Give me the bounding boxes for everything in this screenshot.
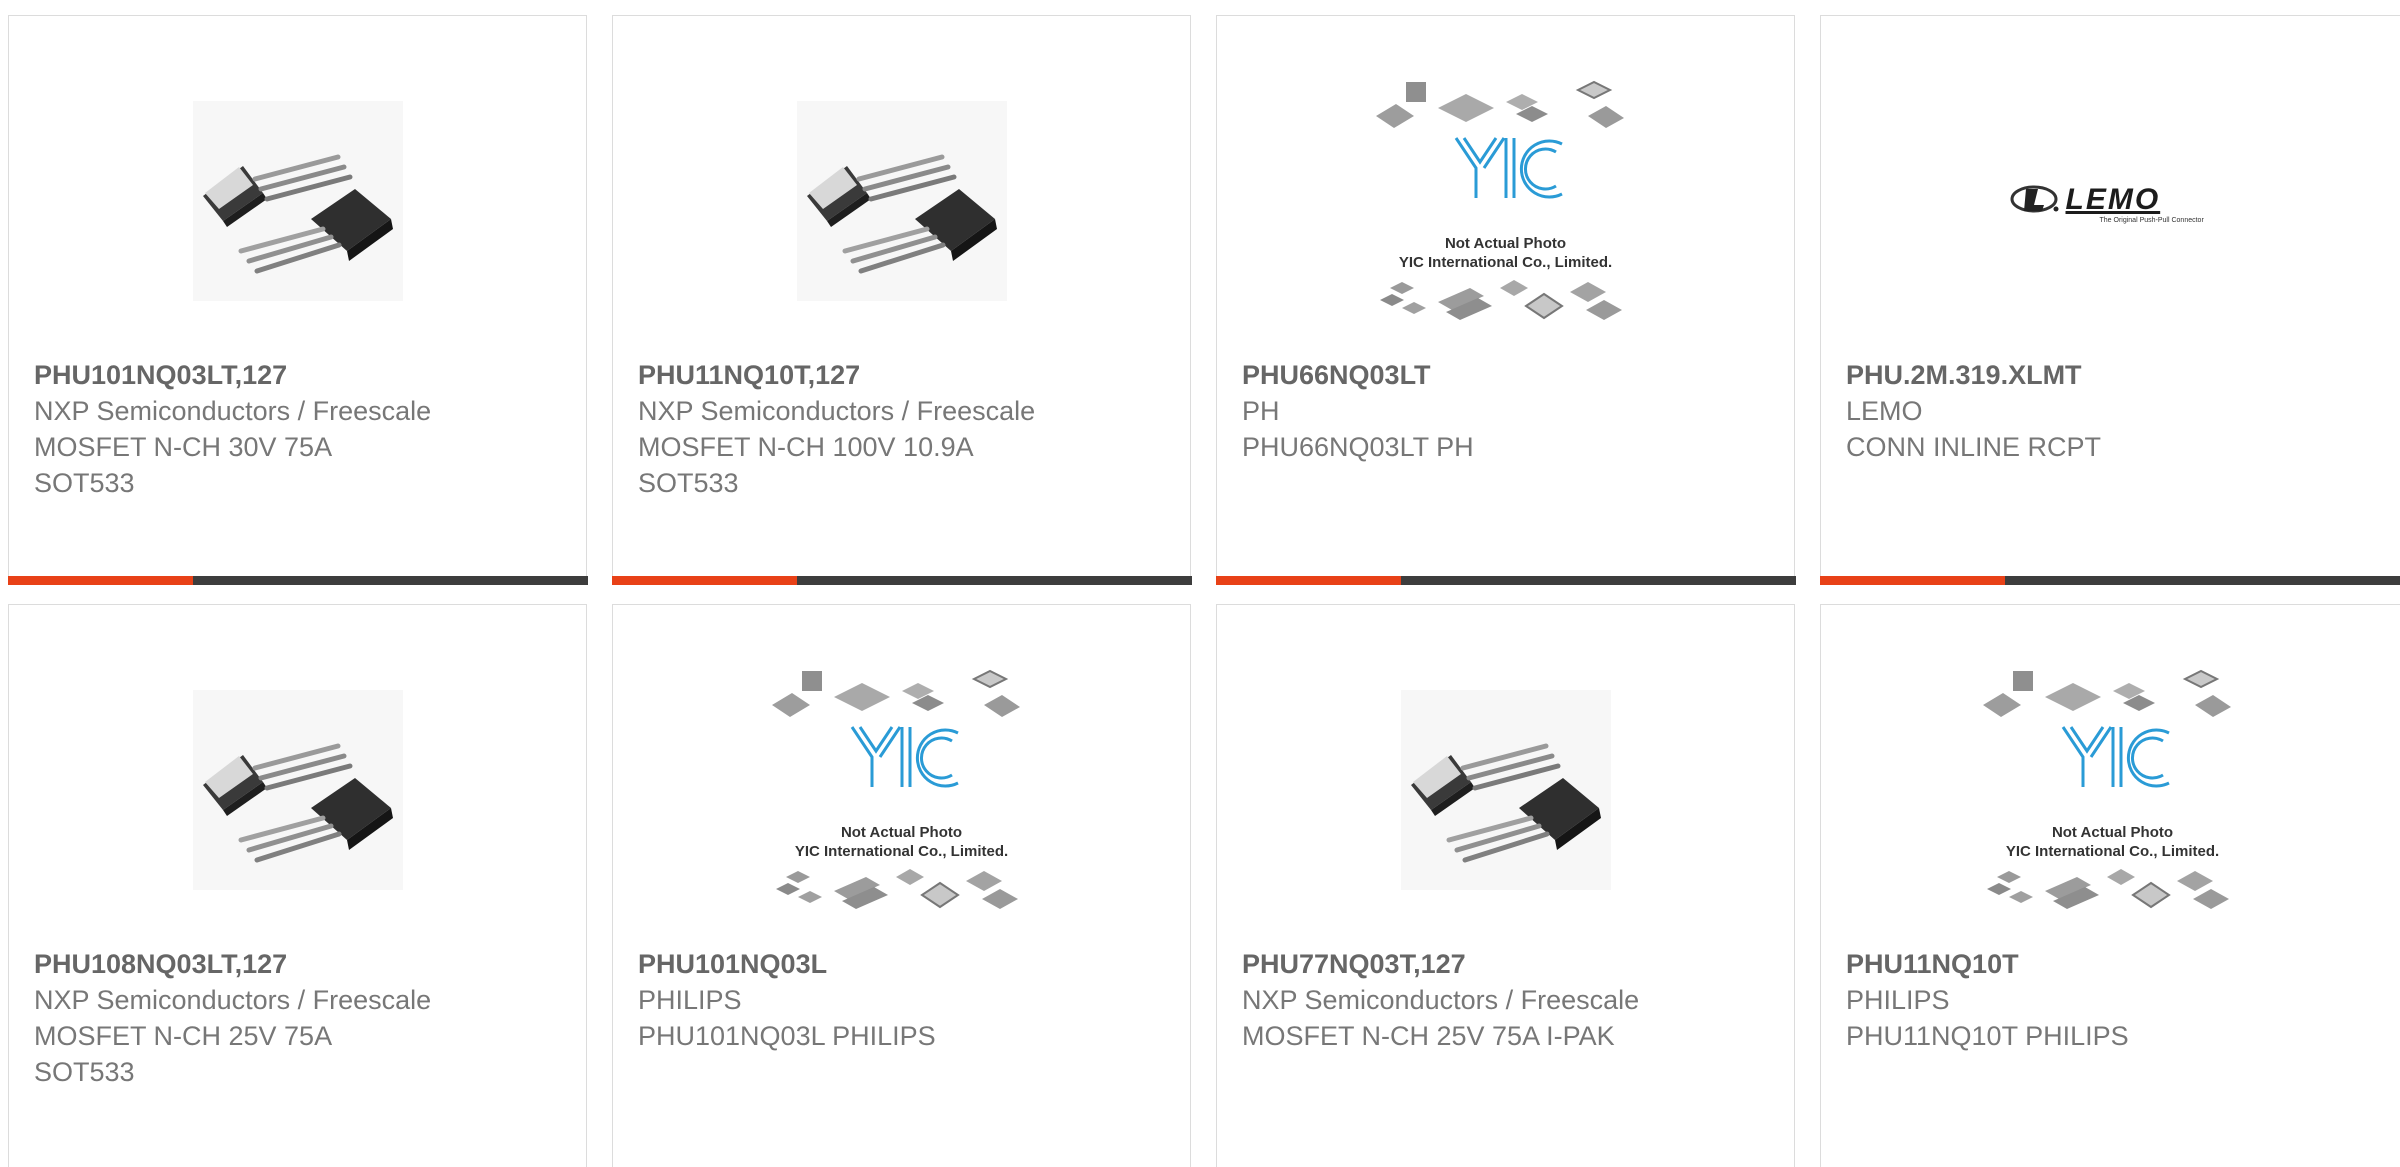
yic-placeholder-image: Not Actual Photo YIC International Co., …: [1973, 665, 2253, 915]
product-image[interactable]: Not Actual Photo YIC International Co., …: [1217, 76, 1794, 326]
product-image[interactable]: [613, 76, 1190, 326]
product-card[interactable]: Not Actual Photo YIC International Co., …: [1820, 604, 2400, 1167]
placeholder-caption-line1: Not Actual Photo: [1444, 235, 1567, 252]
description: MOSFET N-CH 25V 75A: [34, 1021, 333, 1051]
manufacturer: NXP Semiconductors / Freescale: [34, 985, 432, 1015]
product-image[interactable]: [9, 76, 586, 326]
description: MOSFET N-CH 30V 75A: [34, 432, 333, 462]
description: PHU101NQ03L PHILIPS: [638, 1021, 936, 1051]
part-number[interactable]: PHU11NQ10T,127: [638, 357, 1170, 393]
manufacturer: PH: [1242, 396, 1280, 426]
placeholder-caption-line1: Not Actual Photo: [2051, 824, 2174, 841]
description: CONN INLINE RCPT: [1846, 432, 2102, 462]
product-card[interactable]: PHU101NQ03LT,127 NXP Semiconductors / Fr…: [7, 15, 588, 585]
manufacturer: LEMO: [1846, 396, 1923, 426]
card-accent-bar: [1215, 575, 1796, 585]
product-image[interactable]: [1217, 665, 1794, 915]
manufacturer: NXP Semiconductors / Freescale: [1242, 985, 1640, 1015]
transistor-photo-image: [192, 690, 403, 890]
part-number[interactable]: PHU.2M.319.XLMT: [1846, 357, 2384, 393]
card-accent-bar: [1819, 575, 2400, 585]
transistor-photo-image: [192, 101, 403, 301]
placeholder-caption-line2: YIC International Co., Limited.: [794, 843, 1009, 860]
product-card[interactable]: Not Actual Photo YIC International Co., …: [1215, 15, 1796, 585]
product-info: PHU77NQ03T,127 NXP Semiconductors / Free…: [1242, 946, 1774, 1054]
product-info: PHU11NQ10T,127 NXP Semiconductors / Free…: [638, 357, 1170, 501]
transistor-photo-image: [1400, 690, 1611, 890]
product-card[interactable]: PHU11NQ10T,127 NXP Semiconductors / Free…: [611, 15, 1192, 585]
yic-placeholder-image: Not Actual Photo YIC International Co., …: [762, 665, 1042, 915]
package: SOT533: [34, 1057, 135, 1087]
placeholder-caption-line2: YIC International Co., Limited.: [2005, 843, 2220, 860]
product-image[interactable]: Not Actual Photo YIC International Co., …: [1821, 665, 2400, 915]
manufacturer: NXP Semiconductors / Freescale: [34, 396, 432, 426]
manufacturer: PHILIPS: [1846, 985, 1950, 1015]
part-number[interactable]: PHU101NQ03LT,127: [34, 357, 566, 393]
product-info: PHU108NQ03LT,127 NXP Semiconductors / Fr…: [34, 946, 566, 1090]
manufacturer: PHILIPS: [638, 985, 742, 1015]
part-number[interactable]: PHU11NQ10T: [1846, 946, 2384, 982]
product-info: PHU.2M.319.XLMT LEMO CONN INLINE RCPT: [1846, 357, 2384, 465]
product-card[interactable]: Not Actual Photo YIC International Co., …: [612, 604, 1191, 1167]
card-accent-bar: [7, 575, 588, 585]
product-info: PHU101NQ03L PHILIPS PHU101NQ03L PHILIPS: [638, 946, 1170, 1054]
package: SOT533: [34, 468, 135, 498]
description: MOSFET N-CH 100V 10.9A: [638, 432, 974, 462]
card-accent-bar: [611, 575, 1192, 585]
yic-placeholder-image: Not Actual Photo YIC International Co., …: [1366, 76, 1646, 326]
description: PHU11NQ10T PHILIPS: [1846, 1021, 2129, 1051]
part-number[interactable]: PHU108NQ03LT,127: [34, 946, 566, 982]
part-number[interactable]: PHU77NQ03T,127: [1242, 946, 1774, 982]
package: SOT533: [638, 468, 739, 498]
product-image[interactable]: [9, 665, 586, 915]
placeholder-caption-line2: YIC International Co., Limited.: [1398, 254, 1613, 271]
product-info: PHU66NQ03LT PH PHU66NQ03LT PH: [1242, 357, 1774, 465]
product-image[interactable]: LEMO The Original Push-Pull Connector: [1821, 136, 2400, 266]
part-number[interactable]: PHU66NQ03LT: [1242, 357, 1774, 393]
product-card[interactable]: PHU108NQ03LT,127 NXP Semiconductors / Fr…: [8, 604, 587, 1167]
product-info: PHU11NQ10T PHILIPS PHU11NQ10T PHILIPS: [1846, 946, 2384, 1054]
description: MOSFET N-CH 25V 75A I-PAK: [1242, 1021, 1615, 1051]
product-info: PHU101NQ03LT,127 NXP Semiconductors / Fr…: [34, 357, 566, 501]
lemo-wordmark: LEMO: [2065, 183, 2161, 216]
manufacturer: NXP Semiconductors / Freescale: [638, 396, 1036, 426]
placeholder-caption-line1: Not Actual Photo: [840, 824, 963, 841]
product-card[interactable]: PHU77NQ03T,127 NXP Semiconductors / Free…: [1216, 604, 1795, 1167]
product-image[interactable]: Not Actual Photo YIC International Co., …: [613, 665, 1190, 915]
lemo-logo: LEMO The Original Push-Pull Connector: [2008, 171, 2218, 231]
product-card[interactable]: LEMO The Original Push-Pull Connector PH…: [1819, 15, 2400, 585]
lemo-tagline: The Original Push-Pull Connector: [2099, 217, 2204, 224]
description: PHU66NQ03LT PH: [1242, 432, 1474, 462]
product-grid: PHU101NQ03LT,127 NXP Semiconductors / Fr…: [0, 0, 2400, 1167]
part-number[interactable]: PHU101NQ03L: [638, 946, 1170, 982]
transistor-photo-image: [796, 101, 1007, 301]
